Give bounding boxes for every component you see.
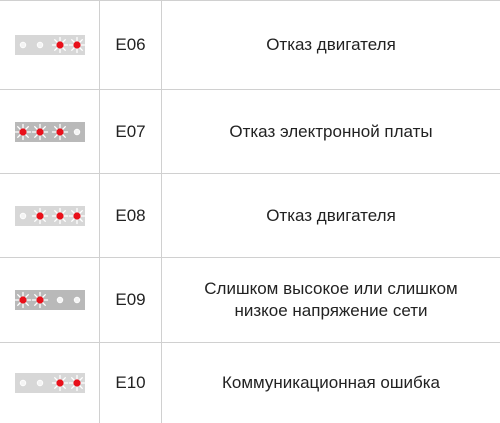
indicator-cell xyxy=(0,1,99,89)
table-row: E07 Отказ электронной платы xyxy=(0,90,500,173)
error-description: Отказ двигателя xyxy=(162,1,500,89)
indicator-cell xyxy=(0,174,99,257)
led-indicator-strip xyxy=(14,290,85,310)
table-row: E10 Коммуникационная ошибка xyxy=(0,343,500,423)
error-description: Отказ двигателя xyxy=(162,174,500,257)
table-row: E06 Отказ двигателя xyxy=(0,1,500,89)
indicator-cell xyxy=(0,343,99,423)
description-line: низкое напряжение сети xyxy=(234,301,428,320)
error-description: Слишком высокое или слишком низкое напря… xyxy=(162,258,500,342)
error-code: E10 xyxy=(115,373,146,392)
error-code: E07 xyxy=(115,121,146,141)
error-code: E08 xyxy=(115,205,146,225)
error-description: Отказ электронной платы xyxy=(162,90,500,173)
description-line: Коммуникационная ошибка xyxy=(221,373,440,392)
description-line: Слишком высокое или слишком xyxy=(204,279,458,298)
indicator-cell xyxy=(0,90,99,173)
indicator-cell xyxy=(0,258,99,342)
led-indicator-strip xyxy=(14,373,85,393)
error-code: E06 xyxy=(115,35,146,54)
error-code-table: E06 Отказ двигателя E07 Отказ электронно… xyxy=(0,0,500,423)
error-description: Коммуникационная ошибка xyxy=(162,343,500,423)
description-line: Отказ электронной платы xyxy=(229,121,433,141)
led-indicator-strip xyxy=(14,121,85,142)
led-indicator-strip xyxy=(14,35,85,55)
error-code: E09 xyxy=(115,290,146,309)
description-line: Отказ двигателя xyxy=(266,205,396,225)
led-indicator-strip xyxy=(14,205,85,226)
description-line: Отказ двигателя xyxy=(266,35,396,54)
table-row: E08 Отказ двигателя xyxy=(0,174,500,257)
table-row: E09 Слишком высокое или слишком низкое н… xyxy=(0,258,500,342)
